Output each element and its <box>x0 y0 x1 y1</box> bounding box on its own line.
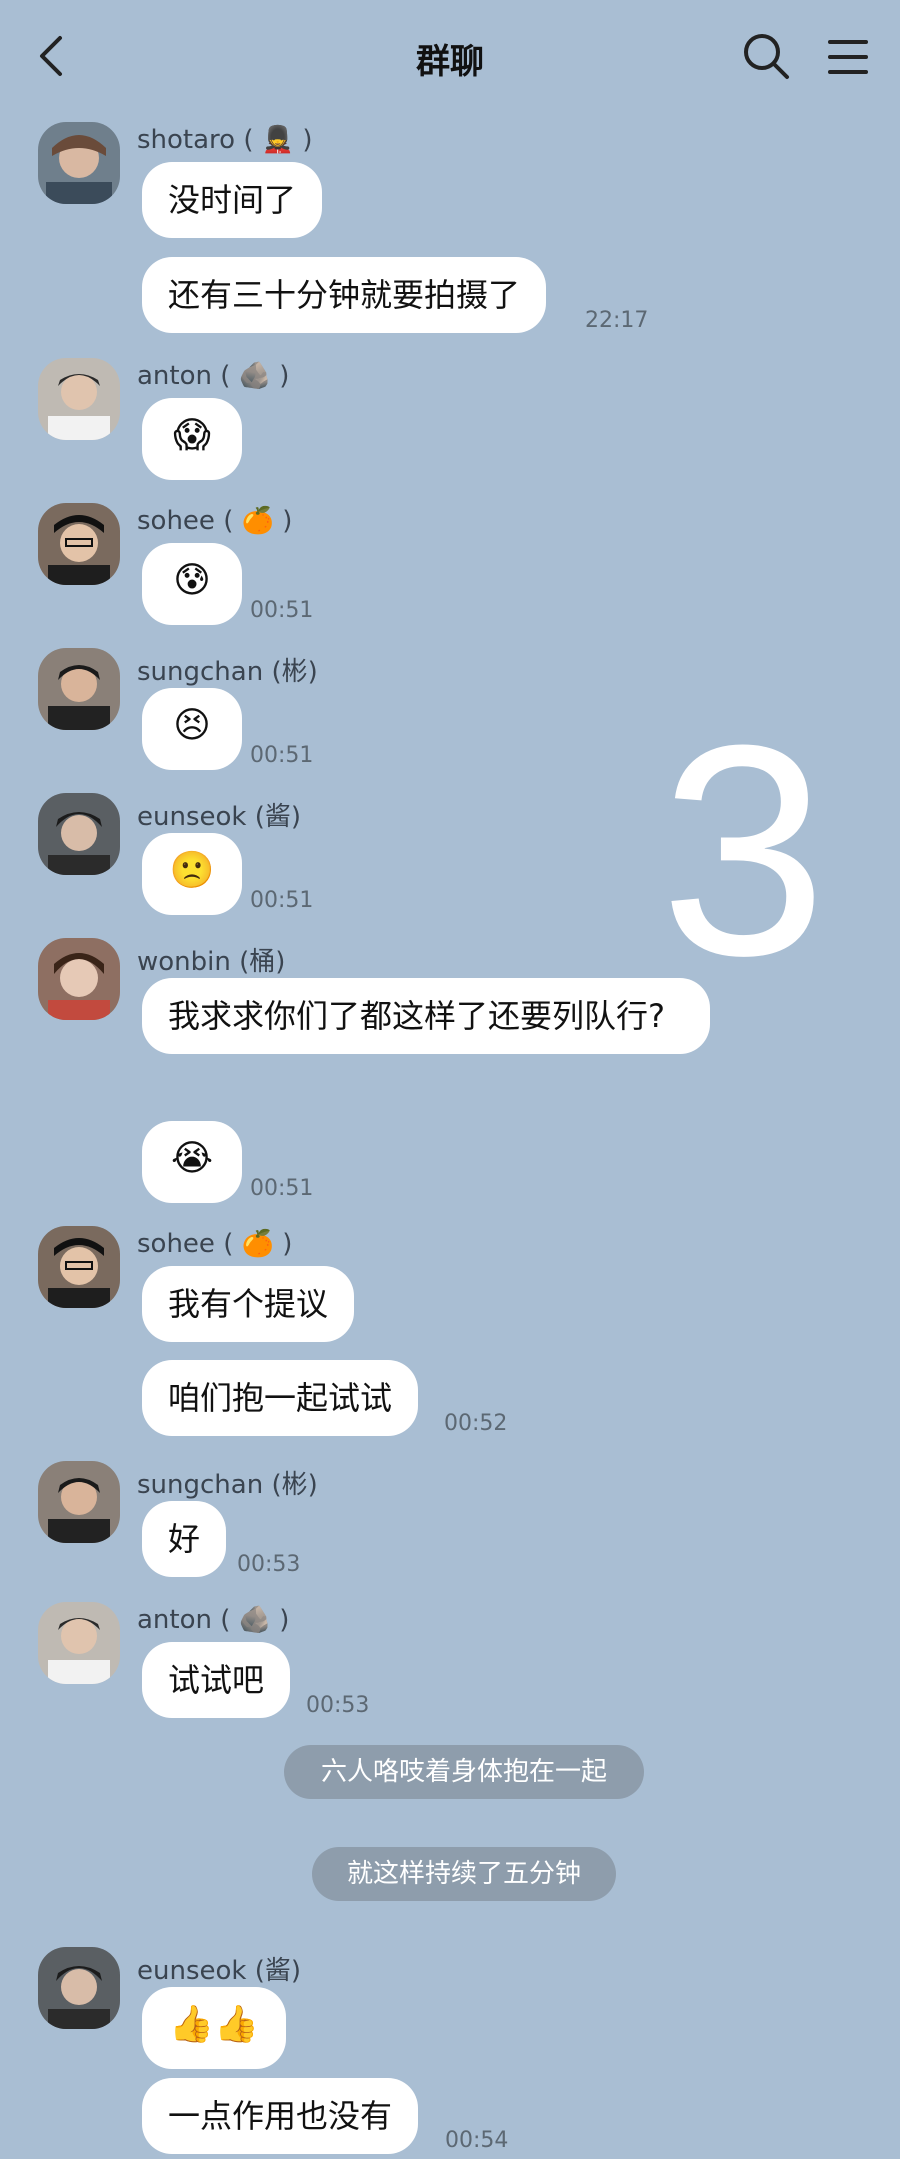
message-bubble[interactable]: 😰 <box>142 543 242 625</box>
avatar[interactable] <box>38 358 120 440</box>
avatar[interactable] <box>38 938 120 1020</box>
message-time: 00:54 <box>445 2128 509 2153</box>
message-bubble[interactable]: 😣 <box>142 688 242 770</box>
sender-name: anton ( 🪨 ) <box>137 361 290 391</box>
overlay-number: 3 <box>660 682 827 1018</box>
avatar[interactable] <box>38 503 120 585</box>
message-bubble[interactable]: 😭 <box>142 1121 242 1203</box>
message-bubble[interactable]: 一点作用也没有 <box>142 2078 419 2154</box>
chat-header: 群聊 <box>0 0 900 120</box>
avatar[interactable] <box>38 1947 120 2029</box>
search-icon <box>744 34 789 79</box>
sender-name: sungchan (彬) <box>137 1470 318 1500</box>
sender-name: sohee ( 🍊 ) <box>137 1229 293 1259</box>
message-time: 00:51 <box>250 888 314 913</box>
avatar[interactable] <box>38 1461 120 1543</box>
avatar[interactable] <box>38 793 120 875</box>
avatar[interactable] <box>38 648 120 730</box>
message-time: 00:52 <box>444 1411 508 1436</box>
message-bubble[interactable]: 试试吧 <box>142 1642 291 1718</box>
message-time: 00:53 <box>237 1552 301 1577</box>
search-button[interactable] <box>740 30 792 82</box>
sender-name: eunseok (酱) <box>137 802 302 832</box>
message-bubble[interactable]: 没时间了 <box>142 162 323 238</box>
message-bubble[interactable]: 我有个提议 <box>142 1266 355 1342</box>
system-message: 六人咯吱着身体抱在一起 <box>284 1745 644 1799</box>
avatar[interactable] <box>38 1226 120 1308</box>
sender-name: sohee ( 🍊 ) <box>137 506 293 536</box>
message-bubble[interactable]: 还有三十分钟就要拍摄了 <box>142 257 547 333</box>
message-time: 00:51 <box>250 1176 314 1201</box>
message-bubble[interactable]: 好 <box>142 1501 227 1577</box>
message-time: 00:51 <box>250 743 314 768</box>
message-time: 00:51 <box>250 598 314 623</box>
avatar[interactable] <box>38 122 120 204</box>
sender-name: shotaro ( 💂 ) <box>137 125 313 155</box>
avatar[interactable] <box>38 1602 120 1684</box>
sender-name: anton ( 🪨 ) <box>137 1605 290 1635</box>
sender-name: wonbin (桶) <box>137 947 286 977</box>
sender-name: sungchan (彬) <box>137 657 318 687</box>
message-bubble[interactable]: 👍👍 <box>142 1987 286 2069</box>
menu-button[interactable] <box>822 30 874 82</box>
hamburger-menu-icon <box>828 40 868 74</box>
sender-name: eunseok (酱) <box>137 1956 302 1986</box>
message-bubble[interactable]: 🙁 <box>142 833 242 915</box>
message-bubble[interactable]: 😱 <box>142 398 242 480</box>
message-bubble[interactable]: 我求求你们了都这样了还要列队行? <box>142 978 710 1054</box>
system-message: 就这样持续了五分钟 <box>312 1847 616 1901</box>
message-time: 00:53 <box>306 1693 370 1718</box>
message-bubble[interactable]: 咱们抱一起试试 <box>142 1360 419 1436</box>
message-time: 22:17 <box>585 308 649 333</box>
